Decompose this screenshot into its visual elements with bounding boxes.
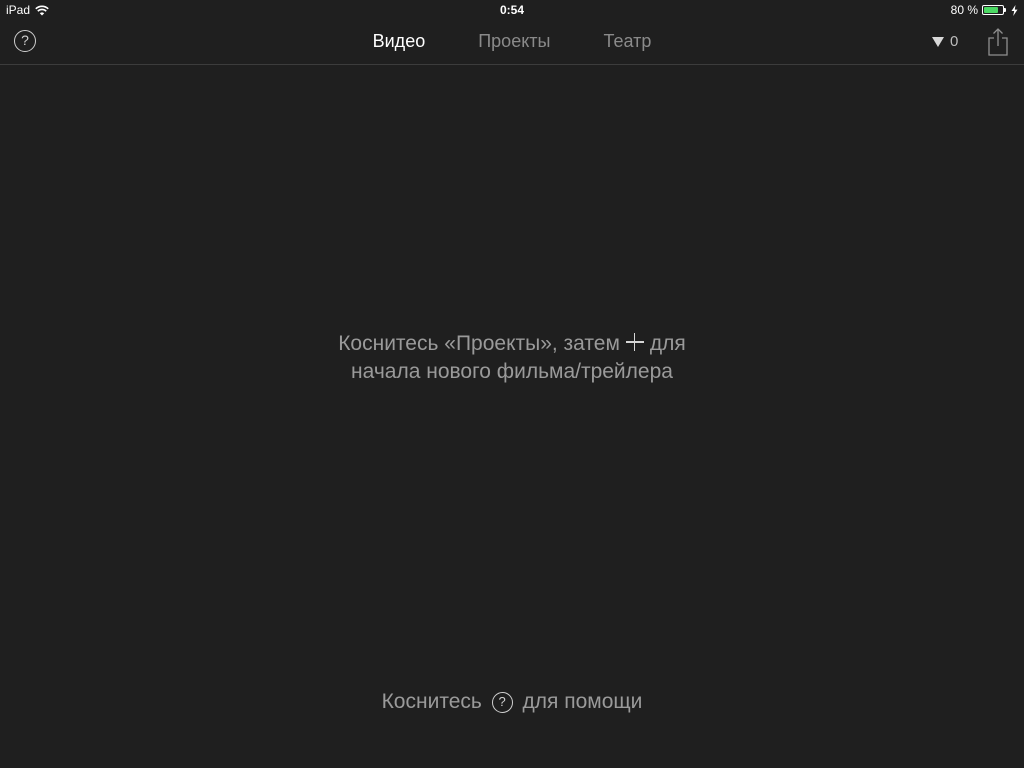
status-bar: iPad 0:54 80 % <box>0 0 1024 20</box>
battery-icon <box>982 5 1006 15</box>
help-icon: ? <box>491 692 513 713</box>
tab-bar: Видео Проекты Театр <box>0 31 1024 52</box>
filter-count: 0 <box>950 33 959 50</box>
tab-projects[interactable]: Проекты <box>478 31 550 52</box>
tab-theater[interactable]: Театр <box>603 31 651 52</box>
plus-icon <box>625 333 644 351</box>
share-icon[interactable] <box>986 27 1010 57</box>
status-time: 0:54 <box>499 3 525 17</box>
message-line-2: начала нового фильма/трейлера <box>351 360 673 383</box>
filter-control[interactable]: 0 <box>932 33 958 50</box>
battery-level <box>984 7 999 13</box>
filter-triangle-icon <box>932 36 944 47</box>
message-text-after: для <box>649 332 686 355</box>
help-hint: Коснитесь ? для помощи <box>0 690 1024 714</box>
toolbar: ? Видео Проекты Театр 0 <box>0 20 1024 65</box>
status-right: 80 % <box>951 3 1018 17</box>
tab-video[interactable]: Видео <box>373 31 426 52</box>
message-text-before: Коснитесь «Проекты», затем <box>338 332 620 355</box>
message-line-1: Коснитесь «Проекты», затем для <box>0 330 1024 358</box>
empty-state-message: Коснитесь «Проекты», затем для начала нов… <box>0 330 1024 386</box>
help-hint-before: Коснитесь <box>381 690 482 713</box>
charging-icon <box>1011 4 1018 16</box>
help-hint-after: для помощи <box>522 690 643 713</box>
screen: iPad 0:54 80 % ? Видео Проекты Театр 0 К… <box>0 0 1024 768</box>
battery-percent: 80 % <box>950 3 978 17</box>
